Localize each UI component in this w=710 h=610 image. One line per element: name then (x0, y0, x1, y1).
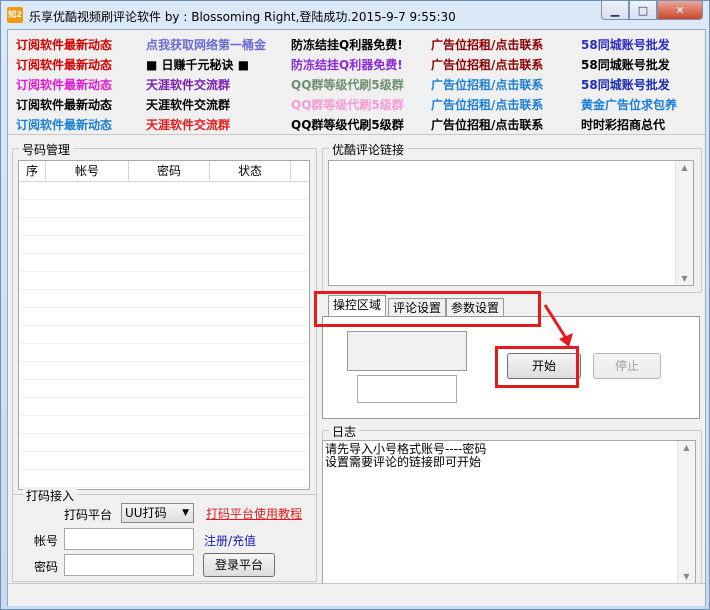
log-line: 设置需要评论的链接即可开始 (325, 455, 482, 469)
ad-link[interactable]: 广告位招租/点击联系 (431, 56, 581, 73)
table-row[interactable] (19, 452, 309, 470)
scroll-down-icon[interactable]: ▼ (678, 572, 695, 581)
ad-link[interactable]: 订阅软件最新动态 (16, 96, 146, 113)
table-row[interactable] (19, 272, 309, 290)
column-header-password[interactable]: 密码 (129, 161, 210, 181)
ad-link[interactable]: 订阅软件最新动态 (16, 76, 146, 93)
platform-label: 打码平台 (64, 508, 113, 522)
captcha-account-input[interactable] (64, 528, 194, 550)
app-icon: 知2 (7, 7, 23, 23)
table-row[interactable] (19, 398, 309, 416)
table-row[interactable] (19, 236, 309, 254)
scroll-down-icon[interactable]: ▼ (676, 274, 693, 283)
tutorial-link[interactable]: 打码平台使用教程 (206, 505, 302, 522)
ad-link[interactable]: 天涯软件交流群 (146, 76, 291, 93)
register-link[interactable]: 注册/充值 (204, 532, 256, 549)
table-row[interactable] (19, 434, 309, 452)
close-icon: ✕ (675, 3, 685, 17)
tabs-highlight-box (314, 291, 541, 327)
window-controls: ▁ □ ✕ (601, 1, 703, 21)
status-bar (8, 583, 705, 606)
ad-link[interactable]: 天涯软件交流群 (146, 116, 291, 133)
ad-link[interactable]: ■ 日赚千元秘诀 ■ (146, 56, 291, 73)
title-bar[interactable]: 知2 乐享优酷视频刷评论软件 by : Blossoming Right,登陆成… (1, 1, 709, 29)
ad-link[interactable]: 广告位招租/点击联系 (431, 116, 581, 133)
password-label: 密码 (34, 560, 59, 574)
table-row[interactable] (19, 326, 309, 344)
comment-link-scrollbar[interactable]: ▲ ▼ (675, 161, 693, 285)
table-row[interactable] (19, 182, 309, 200)
table-row[interactable] (19, 308, 309, 326)
ad-row: 订阅软件最新动态 点我获取网络第一桶金 防冻结挂Q利器免费! 广告位招租/点击联系 58… (16, 34, 700, 54)
ad-link[interactable]: 广告位招租/点击联系 (431, 96, 581, 113)
ad-link[interactable]: 天涯软件交流群 (146, 96, 291, 113)
ad-link[interactable]: 58同城账号批发 (581, 36, 701, 53)
captcha-password-input[interactable] (64, 554, 194, 576)
table-row[interactable] (19, 254, 309, 272)
table-row[interactable] (19, 380, 309, 398)
account-list-rows (19, 182, 309, 506)
captcha-label: 打码接入 (23, 487, 78, 504)
ad-link[interactable]: 防冻结挂Q利器免费! (291, 56, 431, 73)
table-row[interactable] (19, 416, 309, 434)
ad-row: 订阅软件最新动态 天涯软件交流群 QQ群等级代刷5级群 广告位招租/点击联系 时时彩招商… (16, 114, 700, 134)
ad-link[interactable]: 点我获取网络第一桶金 (146, 36, 291, 53)
highlight-arrow-icon (543, 304, 573, 347)
ad-link[interactable]: QQ群等级代刷5级群 (291, 96, 431, 113)
ad-link[interactable]: 黄金广告位求包养 (581, 96, 701, 113)
ad-links-grid: 订阅软件最新动态 点我获取网络第一桶金 防冻结挂Q利器免费! 广告位招租/点击联系 58… (16, 34, 700, 134)
scroll-up-icon[interactable]: ▲ (676, 163, 693, 172)
stop-button[interactable]: 停止 (593, 353, 661, 379)
ad-link[interactable]: 订阅软件最新动态 (16, 36, 146, 53)
table-row[interactable] (19, 362, 309, 380)
scroll-up-icon[interactable]: ▲ (678, 443, 695, 452)
table-row[interactable] (19, 344, 309, 362)
ad-link[interactable]: 58同城账号批发 (581, 76, 701, 93)
ad-link[interactable]: 时时彩招商总代 (581, 116, 701, 133)
ad-link[interactable]: 广告位招租/点击联系 (431, 36, 581, 53)
comment-link-textarea[interactable]: ▲ ▼ (328, 160, 694, 286)
ad-row: 订阅软件最新动态 ■ 日赚千元秘诀 ■ 防冻结挂Q利器免费! 广告位招租/点击联系 58… (16, 54, 700, 74)
minimize-icon: ▁ (610, 3, 620, 17)
ad-link[interactable]: 58同城账号批发 (581, 56, 701, 73)
chevron-down-icon: ▼ (182, 508, 189, 518)
minimize-button[interactable]: ▁ (601, 1, 629, 20)
ad-link[interactable]: 订阅软件最新动态 (16, 56, 146, 73)
ad-row: 订阅软件最新动态 天涯软件交流群 QQ群等级代刷5级群 广告位招租/点击联系 58同城账… (16, 74, 700, 94)
table-row[interactable] (19, 200, 309, 218)
main-window: 知2 乐享优酷视频刷评论软件 by : Blossoming Right,登陆成… (0, 0, 710, 610)
ad-link[interactable]: 防冻结挂Q利器免费! (291, 36, 431, 53)
login-platform-button[interactable]: 登录平台 (203, 553, 275, 577)
ad-link[interactable]: 广告位招租/点击联系 (431, 76, 581, 93)
table-row[interactable] (19, 290, 309, 308)
column-header-account[interactable]: 帐号 (46, 161, 129, 181)
log-label: 日志 (329, 423, 360, 440)
maximize-button[interactable]: □ (629, 1, 657, 20)
ad-row: 订阅软件最新动态 天涯软件交流群 QQ群等级代刷5级群 广告位招租/点击联系 黄金广告位… (16, 94, 700, 114)
maximize-icon: □ (637, 3, 649, 17)
comment-link-label: 优酷评论链接 (329, 141, 408, 158)
control-input[interactable] (357, 375, 457, 403)
column-header-index[interactable]: 序 (19, 161, 46, 181)
column-header-status[interactable]: 状态 (210, 161, 291, 181)
account-label: 帐号 (34, 534, 59, 548)
window-title: 乐享优酷视频刷评论软件 by : Blossoming Right,登陆成功.2… (29, 10, 456, 24)
table-row[interactable] (19, 470, 309, 488)
log-scrollbar[interactable]: ▲ ▼ (677, 441, 695, 583)
log-textarea[interactable]: 请先导入小号格式账号----密码 设置需要评论的链接即可开始 ▲ ▼ (322, 440, 696, 584)
start-highlight-box (495, 346, 579, 388)
platform-select-value: UU打码 (125, 506, 167, 520)
account-list[interactable]: 序 帐号 密码 状态 (18, 160, 310, 506)
close-button[interactable]: ✕ (657, 1, 703, 20)
ad-link[interactable]: QQ群等级代刷5级群 (291, 116, 431, 133)
account-list-header: 序 帐号 密码 状态 (19, 161, 309, 182)
ad-link[interactable]: QQ群等级代刷5级群 (291, 76, 431, 93)
ad-link[interactable]: 订阅软件最新动态 (16, 116, 146, 133)
platform-select[interactable]: UU打码 ▼ (121, 503, 194, 523)
preview-box (347, 331, 467, 371)
table-row[interactable] (19, 218, 309, 236)
divider (8, 134, 705, 135)
account-management-label: 号码管理 (19, 141, 74, 158)
log-content: 请先导入小号格式账号----密码 设置需要评论的链接即可开始 (325, 443, 486, 469)
